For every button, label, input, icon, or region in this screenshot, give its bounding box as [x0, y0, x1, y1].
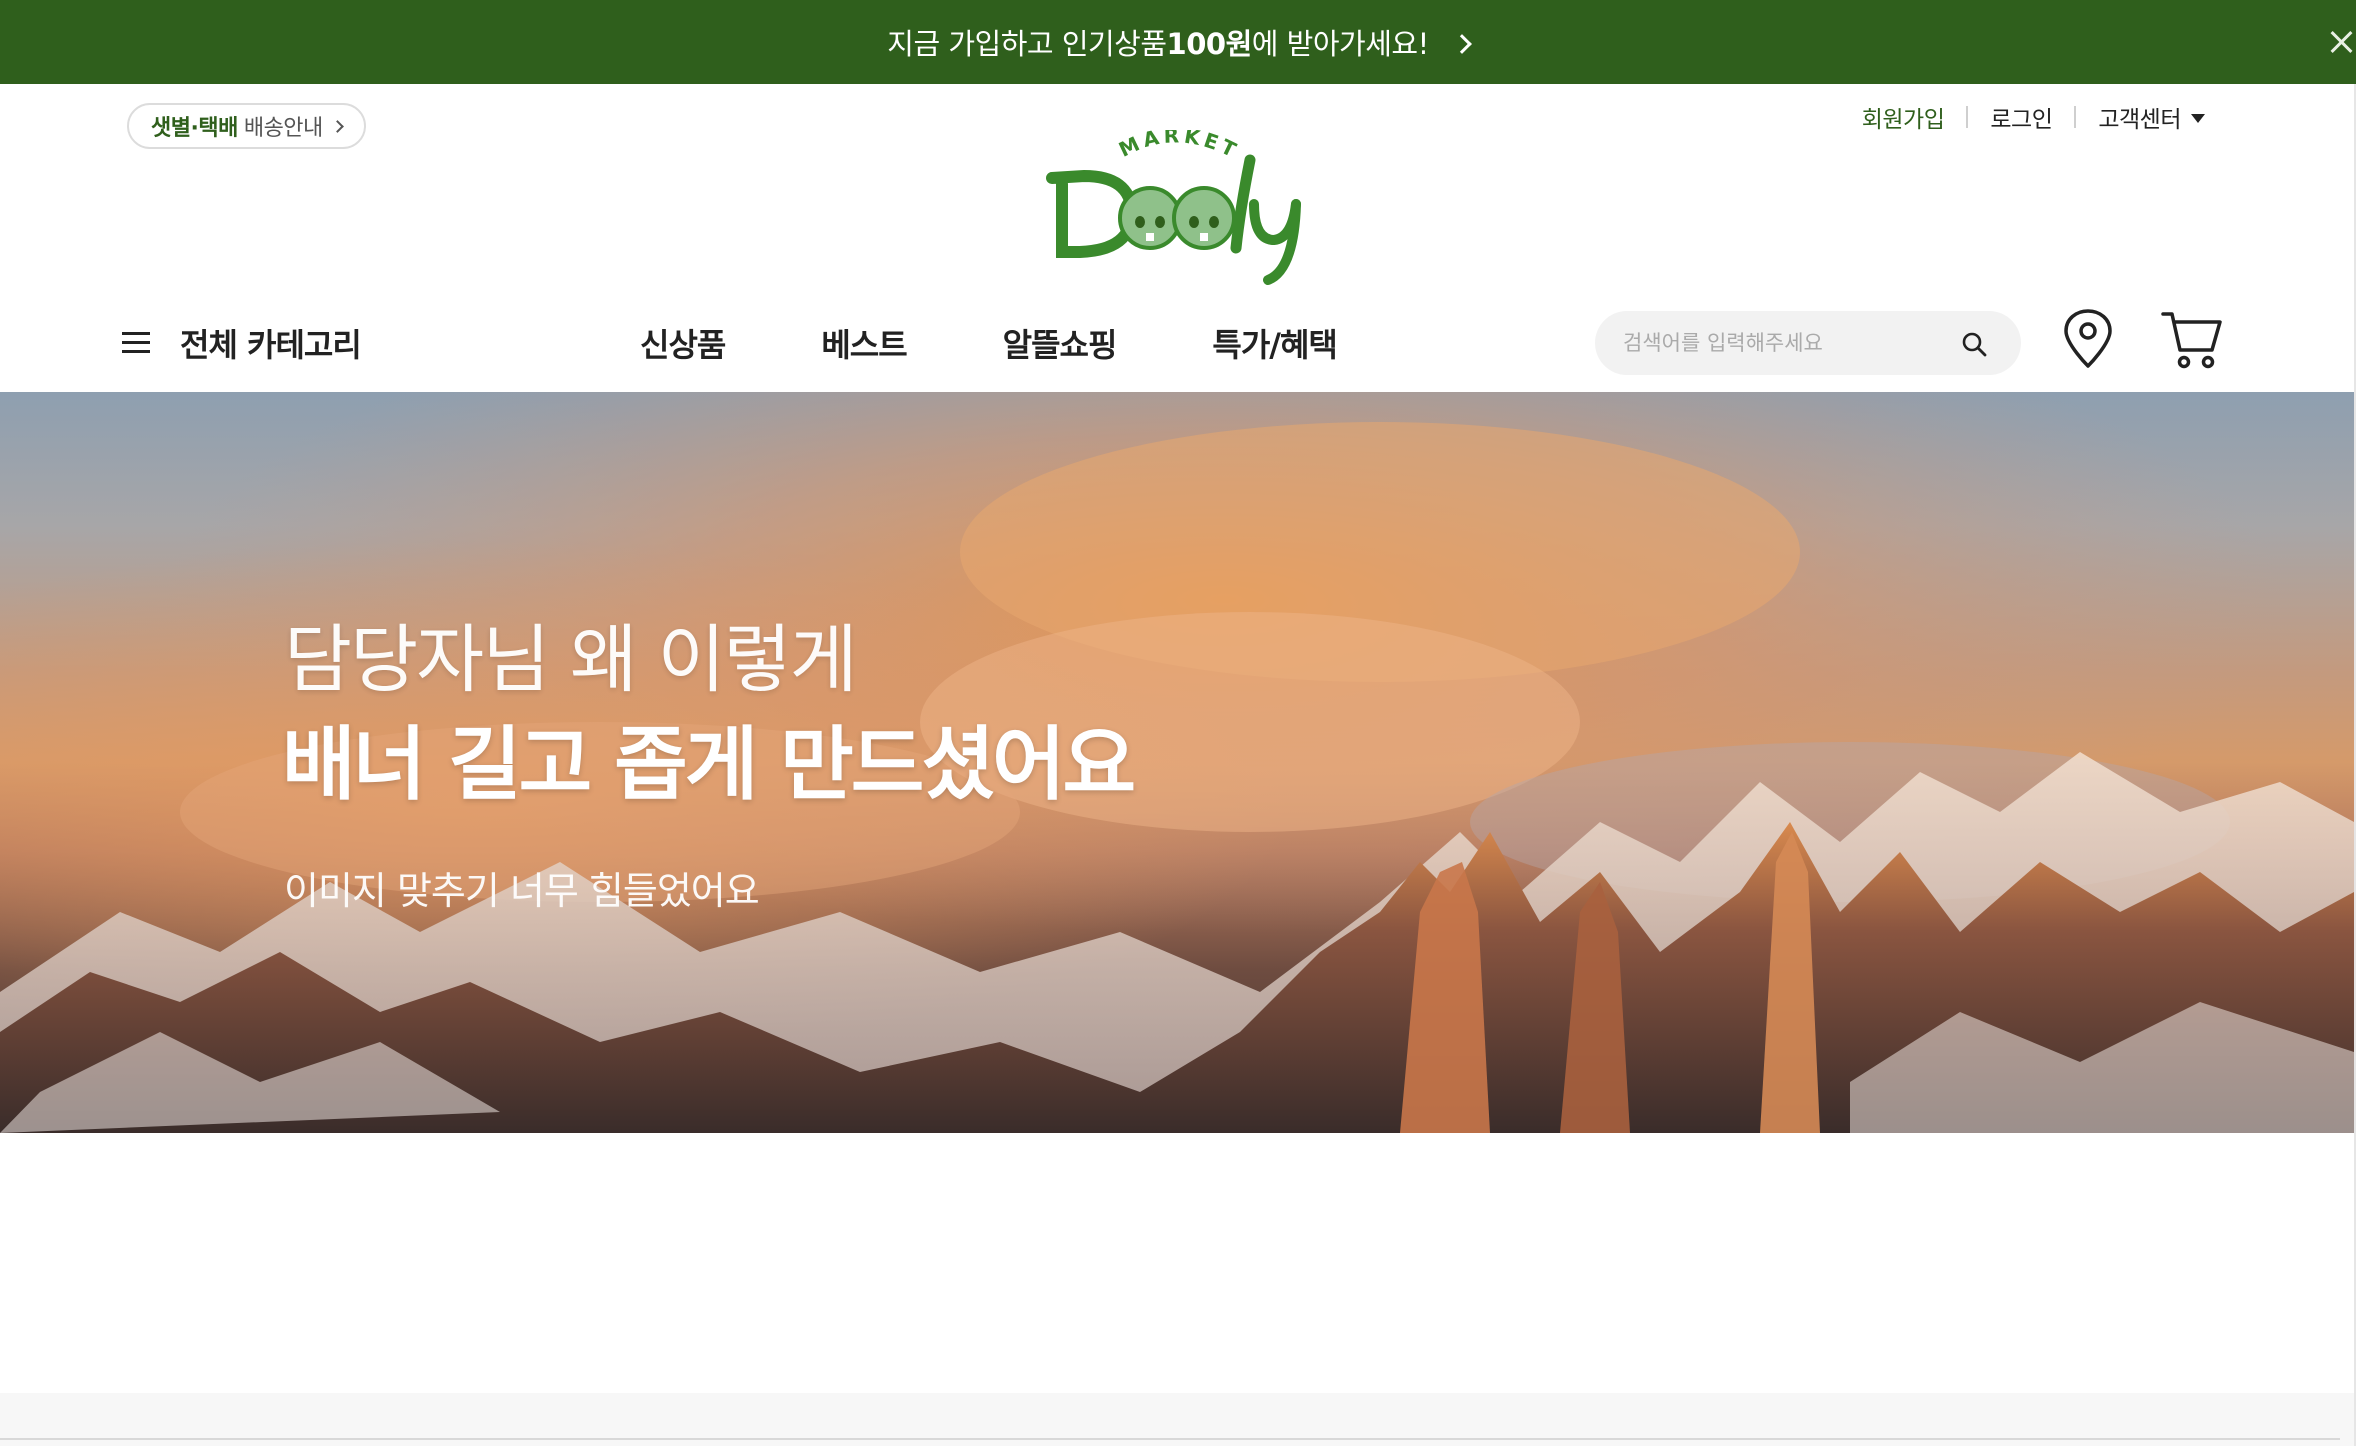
promo-text-before: 지금 가입하고 인기상품	[887, 27, 1167, 61]
banner-subtitle: 이미지 맞추기 너무 힘들었어요	[284, 869, 760, 913]
close-icon[interactable]	[2328, 28, 2356, 56]
banner-title-line1: 담당자님 왜 이렇게	[284, 617, 858, 703]
nav-best[interactable]: 베스트	[821, 320, 907, 366]
login-link[interactable]: 로그인	[1990, 100, 2052, 134]
customer-center-label: 고객센터	[2098, 107, 2181, 133]
delivery-type-label: 샛별·택배	[151, 116, 238, 141]
delivery-info-button[interactable]: 샛별·택배 배송안내	[127, 103, 366, 149]
promo-text-bold: 100원	[1166, 27, 1253, 61]
delivery-guide-label: 배송안내	[243, 116, 323, 141]
nav-new-products[interactable]: 신상품	[640, 320, 726, 366]
hero-banner[interactable]: 담당자님 왜 이렇게 배너 길고 좁게 만드셨어요 이미지 맞추기 너무 힘들었…	[0, 392, 2354, 1133]
cart-icon[interactable]	[2160, 308, 2224, 370]
all-categories-label: 전체 카테고리	[180, 326, 362, 364]
logo-market-text: MARKET	[1115, 130, 1239, 164]
divider-line	[0, 1438, 2340, 1440]
user-menu: 회원가입 로그인 고객센터	[1862, 100, 2205, 134]
search-bar	[1595, 311, 2021, 375]
caret-down-icon	[2191, 114, 2205, 123]
search-icon[interactable]	[1961, 331, 1987, 357]
nav-bargain-shopping[interactable]: 알뜰쇼핑	[1003, 320, 1118, 366]
banner-title-line2: 배너 길고 좁게 만드셨어요	[282, 718, 1136, 811]
chevron-right-icon	[330, 119, 344, 133]
nav-special-offers[interactable]: 특가/혜택	[1212, 320, 1337, 366]
market-dooly-logo[interactable]: MARKET	[1040, 130, 1320, 290]
signup-link[interactable]: 회원가입	[1862, 100, 1945, 134]
chevron-right-icon	[1451, 34, 1472, 54]
divider	[2074, 106, 2077, 128]
promo-link[interactable]: 지금 가입하고 인기상품 100원 에 받아가세요!	[0, 0, 2356, 84]
hamburger-menu-icon	[122, 332, 150, 354]
svg-text:MARKET: MARKET	[1115, 130, 1243, 164]
location-pin-icon[interactable]	[2058, 308, 2118, 370]
divider	[1966, 106, 1969, 128]
promo-bar[interactable]: 지금 가입하고 인기상품 100원 에 받아가세요!	[0, 0, 2356, 84]
promo-text-after: 에 받아가세요!	[1251, 27, 1429, 61]
search-input[interactable]	[1621, 311, 1941, 375]
customer-center-dropdown[interactable]: 고객센터	[2098, 100, 2205, 134]
main-nav: 신상품 베스트 알뜰쇼핑 특가/혜택	[640, 318, 1338, 368]
all-categories-button[interactable]: 전체 카테고리	[122, 318, 362, 368]
